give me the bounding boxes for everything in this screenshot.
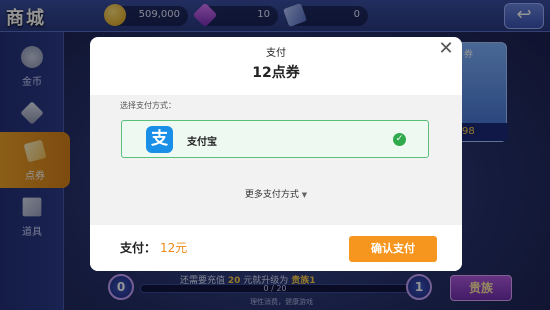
payment-dialog-footer: 支付： 12元 确认支付 xyxy=(90,225,462,271)
dialog-title: 支付 xyxy=(266,48,286,59)
payment-method-section: 选择支付方式： 支 支付宝 ✓ 更多支付方式 ▼ xyxy=(90,95,462,225)
total-label: 支付： xyxy=(120,241,157,255)
payment-option-alipay[interactable]: 支 支付宝 ✓ xyxy=(121,120,429,158)
alipay-logo-icon: 支 xyxy=(146,126,173,153)
chevron-down-icon: ▼ xyxy=(301,191,308,199)
confirm-payment-button[interactable]: 确认支付 xyxy=(349,236,437,262)
more-methods-label: 更多支付方式 xyxy=(244,190,299,200)
payment-dialog: 支付 12点券 ✕ 选择支付方式： 支 支付宝 ✓ 更多支付方式 ▼ 支付： 1… xyxy=(90,37,462,271)
payment-method-name: 支付宝 xyxy=(187,137,217,148)
product-name: 12点券 xyxy=(252,65,300,81)
more-payment-methods[interactable]: 更多支付方式 ▼ xyxy=(90,187,462,200)
total-value: 12元 xyxy=(160,241,188,255)
payment-dialog-header: 支付 12点券 ✕ xyxy=(90,37,462,95)
close-icon: ✕ xyxy=(438,38,454,59)
close-button[interactable]: ✕ xyxy=(436,39,456,59)
check-circle-icon: ✓ xyxy=(393,133,406,146)
method-prompt: 选择支付方式： xyxy=(120,101,176,110)
